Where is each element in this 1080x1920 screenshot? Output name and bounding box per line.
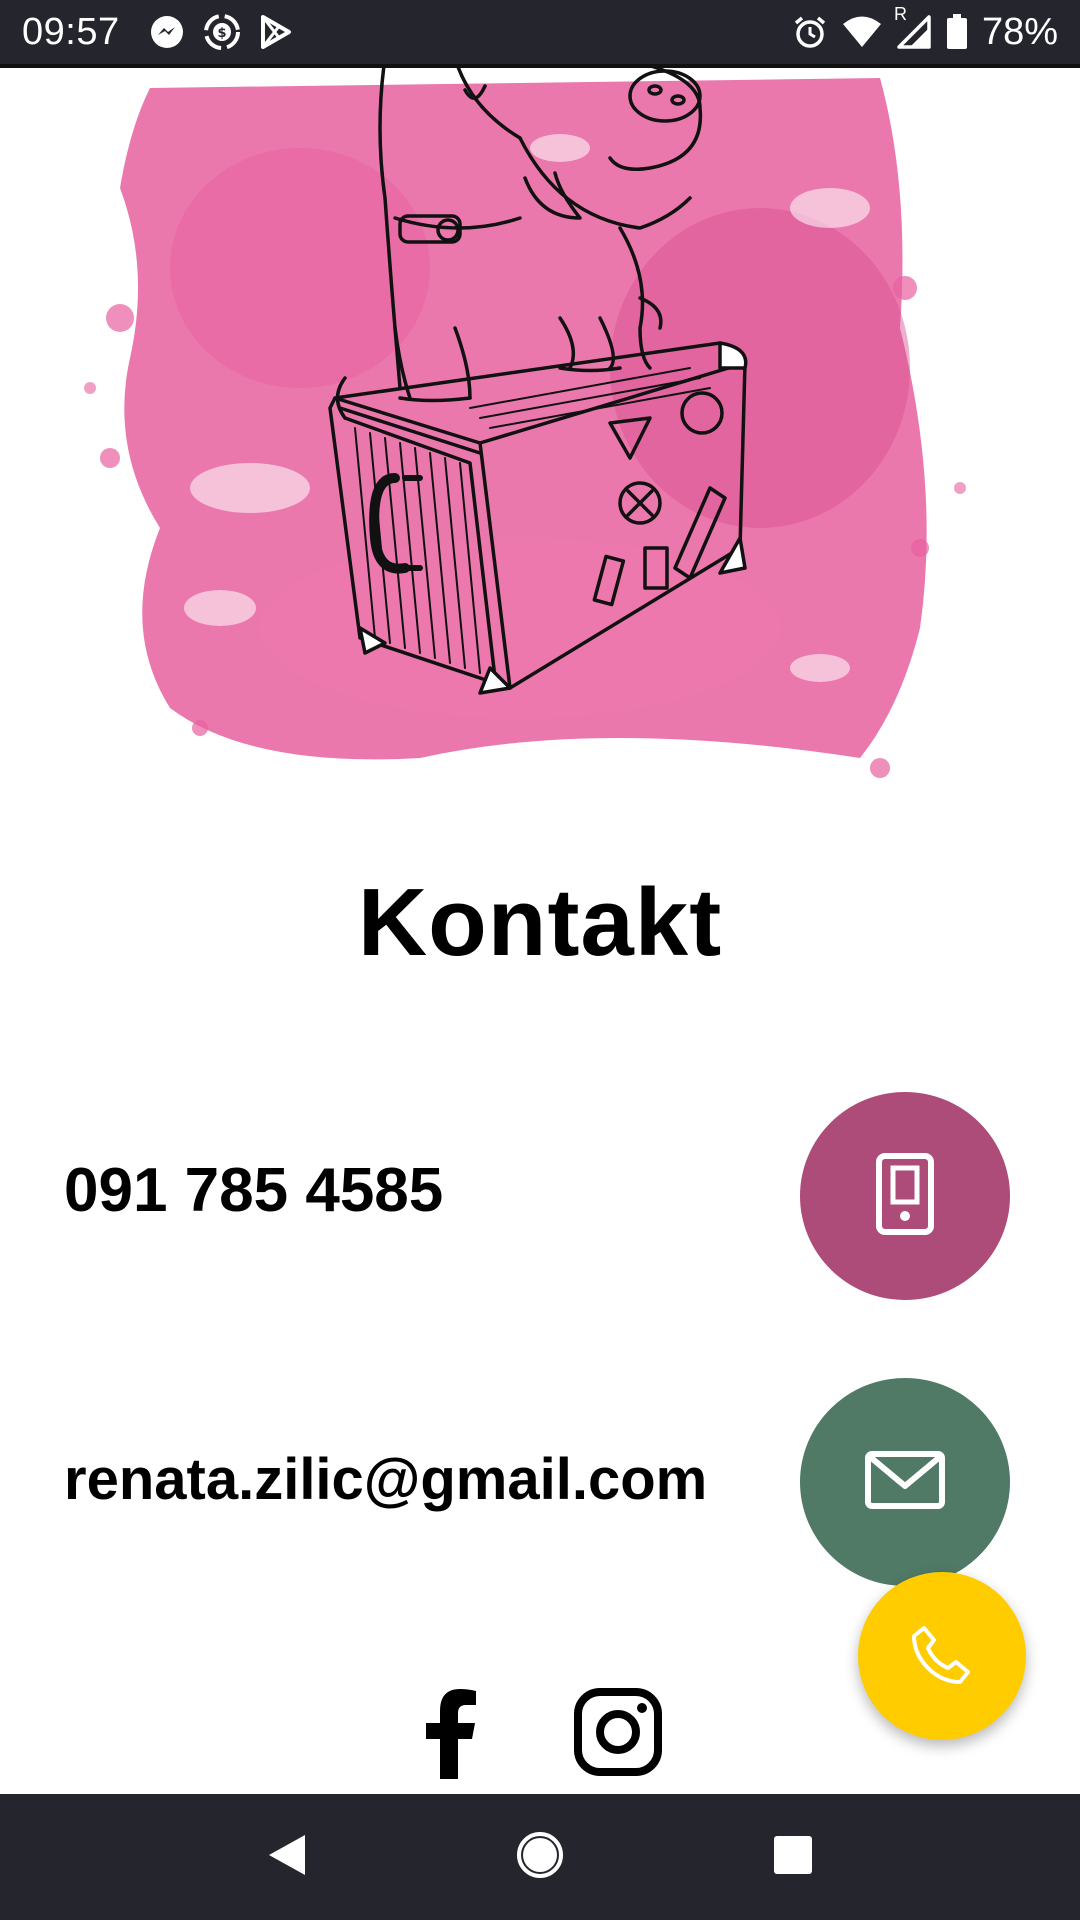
messenger-icon bbox=[150, 15, 184, 49]
email-address[interactable]: renata.zilic@gmail.com bbox=[64, 1446, 707, 1513]
pig-on-suitcase-illustration bbox=[0, 68, 1080, 788]
home-icon bbox=[515, 1830, 565, 1885]
notification-icons: $ bbox=[150, 14, 292, 50]
battery-percent: 78% bbox=[981, 10, 1058, 53]
battery-icon bbox=[946, 14, 968, 50]
phone-number[interactable]: 091 785 4585 bbox=[64, 1155, 443, 1226]
mobile-phone-icon bbox=[875, 1152, 935, 1241]
instagram-link[interactable] bbox=[572, 1687, 664, 1781]
back-button[interactable] bbox=[247, 1817, 327, 1897]
wifi-icon bbox=[842, 15, 882, 49]
dollar-sync-icon: $ bbox=[203, 14, 240, 50]
alarm-icon bbox=[792, 14, 828, 50]
instagram-icon bbox=[574, 1687, 662, 1781]
home-button[interactable] bbox=[500, 1817, 580, 1897]
back-icon bbox=[267, 1833, 307, 1882]
recents-icon bbox=[773, 1835, 813, 1880]
call-fab-button[interactable] bbox=[858, 1572, 1026, 1740]
play-store-icon bbox=[260, 15, 292, 49]
status-bar: 09:57 $ R 78% bbox=[0, 0, 1080, 64]
recents-button[interactable] bbox=[753, 1817, 833, 1897]
signal-roaming-icon: R bbox=[894, 4, 932, 50]
email-button[interactable] bbox=[800, 1378, 1010, 1586]
svg-text:$: $ bbox=[217, 26, 226, 41]
page-title: Kontakt bbox=[357, 869, 723, 976]
navigation-bar bbox=[0, 1794, 1080, 1920]
envelope-icon bbox=[864, 1450, 946, 1515]
roaming-label: R bbox=[893, 4, 907, 24]
facebook-link[interactable] bbox=[410, 1688, 490, 1784]
facebook-icon bbox=[422, 1688, 478, 1784]
phone-handset-icon bbox=[912, 1624, 972, 1689]
status-time: 09:57 bbox=[22, 10, 120, 53]
phone-button[interactable] bbox=[800, 1092, 1010, 1300]
